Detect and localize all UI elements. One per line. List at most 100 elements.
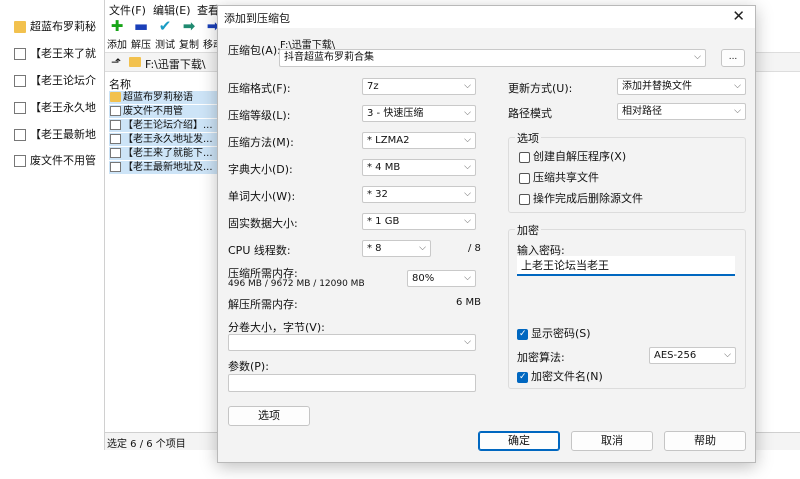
- ok-button[interactable]: 确定: [478, 431, 560, 451]
- encryption-group-title: 加密: [515, 222, 541, 238]
- close-icon[interactable]: ✕: [732, 7, 745, 25]
- help-button[interactable]: 帮助: [664, 431, 746, 451]
- explorer-item[interactable]: 【老王来了就: [14, 45, 96, 63]
- shared-label: 压缩共享文件: [533, 171, 599, 184]
- enc-method-label: 加密算法:: [517, 351, 565, 364]
- password-input[interactable]: 上老王论坛当老王: [517, 256, 735, 276]
- explorer-item[interactable]: 【老王最新地: [14, 126, 96, 144]
- checkbox-box[interactable]: [517, 327, 528, 341]
- document-icon: [110, 120, 121, 130]
- document-icon: [110, 134, 121, 144]
- document-icon: [14, 129, 26, 141]
- params-label: 参数(P):: [228, 360, 269, 373]
- explorer-item[interactable]: 废文件不用管: [14, 152, 96, 170]
- list-item[interactable]: 【老王论坛介绍】...: [109, 119, 217, 132]
- copy-arrow-icon: ➡: [182, 17, 196, 35]
- chevron-down-icon: ⌵: [694, 52, 701, 62]
- encrypt-names-label: 加密文件名(N): [531, 370, 603, 383]
- dialog-titlebar: 添加到压缩包 ✕: [218, 6, 755, 28]
- list-item[interactable]: 废文件不用管: [109, 105, 217, 118]
- method-label: 压缩方法(M):: [228, 136, 294, 149]
- mem-detail: 496 MB / 9672 MB / 12090 MB: [228, 279, 365, 289]
- explorer-item-label: 【老王论坛介: [30, 74, 96, 87]
- explorer-item-label: 超蓝布罗莉秘: [30, 20, 96, 33]
- path-label: 路径模式: [508, 107, 552, 120]
- add-button[interactable]: ✚ 添加: [105, 16, 129, 51]
- encrypt-names-checkbox[interactable]: 加密文件名(N): [517, 370, 603, 384]
- solid-label: 固实数据大小:: [228, 217, 298, 230]
- list-item[interactable]: 【老王最新地址及...: [109, 161, 217, 174]
- params-input[interactable]: [228, 374, 476, 392]
- cancel-button[interactable]: 取消: [571, 431, 653, 451]
- explorer-item[interactable]: 超蓝布罗莉秘: [14, 18, 96, 36]
- method-value: * LZMA2: [367, 135, 410, 146]
- list-item-label: 超蓝布罗莉秘语: [123, 92, 193, 103]
- word-value: * 32: [367, 189, 388, 200]
- format-select[interactable]: 7z ⌵: [362, 78, 476, 95]
- update-value: 添加并替换文件: [622, 81, 692, 92]
- test-label: 测试: [155, 40, 175, 51]
- check-icon: ✔: [158, 17, 172, 35]
- mem-percent-select[interactable]: 80% ⌵: [407, 270, 476, 287]
- list-item-label: 【老王最新地址及...: [123, 162, 213, 173]
- column-header-name[interactable]: 名称: [109, 76, 131, 92]
- delete-checkbox[interactable]: 操作完成后删除源文件: [519, 192, 643, 206]
- enc-method-value: AES-256: [654, 350, 697, 361]
- checkbox-box[interactable]: [519, 152, 530, 163]
- enc-method-select[interactable]: AES-256 ⌵: [649, 347, 736, 364]
- chevron-down-icon: ⌵: [464, 108, 471, 118]
- chevron-down-icon: ⌵: [464, 135, 471, 145]
- delete-label: 操作完成后删除源文件: [533, 192, 643, 205]
- explorer-item[interactable]: 【老王论坛介: [14, 72, 96, 90]
- dialog-title: 添加到压缩包: [224, 12, 290, 25]
- extract-button[interactable]: ▬ 解压: [129, 16, 153, 51]
- word-label: 单词大小(W):: [228, 190, 296, 203]
- chevron-down-icon: ⌵: [464, 189, 471, 199]
- chevron-down-icon: ⌵: [734, 106, 741, 116]
- copy-button[interactable]: ➡ 复制: [177, 16, 201, 51]
- split-label: 分卷大小，字节(V):: [228, 321, 325, 334]
- address-path: F:\迅雷下载\: [145, 58, 206, 71]
- cpu-value: * 8: [367, 243, 382, 254]
- add-label: 添加: [107, 40, 127, 51]
- shared-checkbox[interactable]: 压缩共享文件: [519, 171, 599, 185]
- word-select[interactable]: * 32 ⌵: [362, 186, 476, 203]
- cpu-label: CPU 线程数:: [228, 244, 291, 257]
- checkbox-box[interactable]: [517, 370, 528, 384]
- format-value: 7z: [367, 81, 379, 92]
- extract-label: 解压: [131, 40, 151, 51]
- document-icon: [110, 148, 121, 158]
- cpu-total: / 8: [468, 243, 481, 254]
- split-select[interactable]: ⌵: [228, 334, 476, 351]
- test-button[interactable]: ✔ 测试: [153, 16, 177, 51]
- options-button[interactable]: 选项: [228, 406, 310, 426]
- cpu-select[interactable]: * 8 ⌵: [362, 240, 431, 257]
- explorer-item[interactable]: 【老王永久地: [14, 99, 96, 117]
- document-icon: [14, 75, 26, 87]
- document-icon: [110, 106, 121, 116]
- level-select[interactable]: 3 - 快速压缩 ⌵: [362, 105, 476, 122]
- list-item-label: 【老王永久地址发...: [123, 134, 213, 145]
- list-item[interactable]: 【老王永久地址发...: [109, 133, 217, 146]
- method-select[interactable]: * LZMA2 ⌵: [362, 132, 476, 149]
- solid-select[interactable]: * 1 GB ⌵: [362, 213, 476, 230]
- document-icon: [14, 155, 26, 167]
- checkbox-box[interactable]: [519, 194, 530, 205]
- show-password-label: 显示密码(S): [531, 327, 591, 340]
- plus-icon: ✚: [110, 17, 124, 35]
- browse-button[interactable]: ...: [721, 49, 745, 67]
- document-icon: [14, 48, 26, 60]
- list-item[interactable]: 【老王来了就能下...: [109, 147, 217, 160]
- sfx-checkbox[interactable]: 创建自解压程序(X): [519, 150, 626, 164]
- update-select[interactable]: 添加并替换文件 ⌵: [617, 78, 746, 95]
- list-item[interactable]: 超蓝布罗莉秘语: [109, 91, 217, 104]
- up-arrow-icon[interactable]: ⬏: [111, 55, 121, 69]
- archive-name-combo[interactable]: 抖音超蓝布罗莉合集 ⌵: [279, 49, 706, 67]
- dict-select[interactable]: * 4 MB ⌵: [362, 159, 476, 176]
- solid-value: * 1 GB: [367, 216, 400, 227]
- show-password-checkbox[interactable]: 显示密码(S): [517, 327, 591, 341]
- explorer-pane: 超蓝布罗莉秘 【老王来了就 【老王论坛介 【老王永久地 【老王最新地 废文件不用…: [0, 0, 104, 479]
- path-select[interactable]: 相对路径 ⌵: [617, 103, 746, 120]
- chevron-down-icon: ⌵: [464, 216, 471, 226]
- checkbox-box[interactable]: [519, 173, 530, 184]
